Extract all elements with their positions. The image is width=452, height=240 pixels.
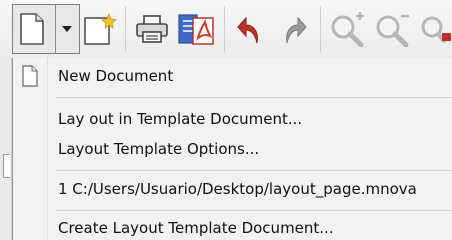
menu-item-label: Lay out in Template Document... [58,110,303,128]
new-template-button[interactable] [82,6,118,52]
print-button[interactable] [133,6,171,52]
zoom-rectangle-icon [421,16,451,43]
app-window: New Document Lay out in Template Documen… [0,0,452,240]
menu-item-label: Layout Template Options... [58,140,260,158]
menu-item-create-layout-template[interactable]: Create Layout Template Document... [13,213,452,240]
zoom-out-button[interactable] [372,6,416,52]
new-document-dropdown[interactable] [55,6,79,52]
toolbar-separator [224,6,225,52]
menu-item-label: Create Layout Template Document... [58,219,334,237]
export-pdf-button[interactable] [175,6,217,52]
zoom-tool-button[interactable] [420,6,452,52]
menu-item-layout-in-template[interactable]: Lay out in Template Document... [13,104,452,134]
zoom-in-button[interactable] [328,6,368,52]
menu-item-recent-file-1[interactable]: 1 C:/Users/Usuario/Desktop/layout_page.m… [13,174,452,204]
menu-item-label: 1 C:/Users/Usuario/Desktop/layout_page.m… [58,180,417,198]
new-template-icon [84,12,117,45]
toolbar-separator [125,6,126,52]
menu-item-layout-template-options[interactable]: Layout Template Options... [13,134,452,164]
redo-icon [286,16,307,44]
undo-button[interactable] [232,6,268,52]
new-document-icon [20,13,44,45]
zoom-out-icon [376,14,409,47]
redo-button[interactable] [276,6,312,52]
print-icon [136,15,168,43]
zoom-in-icon [331,12,364,47]
menu-separator [55,210,452,211]
window-left-edge [0,58,12,240]
new-document-button[interactable] [16,6,48,52]
export-pdf-icon [178,14,214,45]
menu-item-new-document[interactable]: New Document [13,61,452,91]
window-edge-notch [3,154,10,178]
menu-separator [55,97,452,98]
undo-icon [237,16,258,44]
new-document-dropdown-menu: New Document Lay out in Template Documen… [12,58,452,240]
toolbar [0,0,452,58]
menu-separator [55,170,452,171]
document-icon [22,65,38,87]
toolbar-separator [320,6,321,52]
menu-item-label: New Document [58,67,174,85]
dropdown-arrow-icon [62,26,72,32]
